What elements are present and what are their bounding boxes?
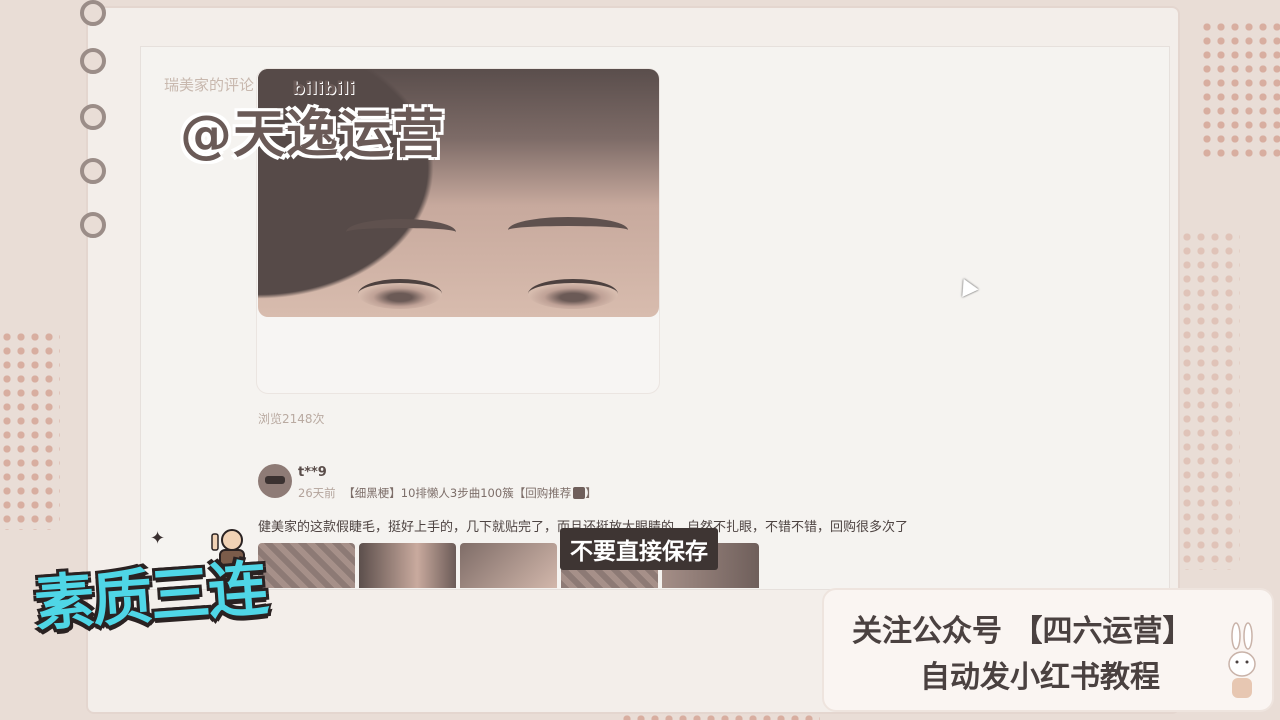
binder-ring bbox=[80, 158, 106, 184]
halftone-dots-left bbox=[0, 330, 60, 530]
halftone-dots-top-right bbox=[1200, 20, 1280, 160]
checkmark-icon bbox=[573, 487, 586, 499]
binder-ring bbox=[80, 0, 106, 26]
review-thumbnail[interactable] bbox=[460, 543, 557, 588]
photo-left-eye bbox=[358, 279, 442, 309]
photo-left-brow bbox=[346, 219, 456, 245]
review-meta: 26天前 【细黑梗】10排懒人3步曲100簇【回购推荐】 bbox=[298, 485, 597, 501]
sticker-text: 素质三连 bbox=[32, 553, 269, 640]
review-username[interactable]: t**9 bbox=[298, 465, 327, 480]
review-thumbnail[interactable] bbox=[258, 543, 355, 588]
promo-line-2: 自动发小红书教程 bbox=[920, 660, 1160, 695]
avatar[interactable] bbox=[258, 464, 292, 498]
photo-right-eye bbox=[528, 279, 618, 309]
bunny-icon bbox=[1228, 622, 1256, 698]
halftone-dots-right bbox=[1180, 230, 1240, 570]
watermark-text: @天逸运营 bbox=[180, 105, 446, 165]
review-tags-end: 】 bbox=[585, 486, 597, 500]
review-time: 26天前 bbox=[298, 486, 336, 500]
view-count: 浏览2148次 bbox=[258, 412, 325, 426]
binder-ring bbox=[80, 104, 106, 130]
review-thumbnail[interactable] bbox=[359, 543, 456, 588]
promo-line-1: 关注公众号 【四六运营】 bbox=[852, 614, 1193, 649]
sparkle-icon: ✦ bbox=[150, 528, 166, 549]
review-tags: 【细黑梗】10排懒人3步曲100簇【回购推荐 bbox=[343, 486, 572, 500]
binder-ring bbox=[80, 48, 106, 74]
video-subtitle: 不要直接保存 bbox=[560, 528, 718, 570]
binder-ring bbox=[80, 212, 106, 238]
photo-right-brow bbox=[508, 217, 628, 243]
